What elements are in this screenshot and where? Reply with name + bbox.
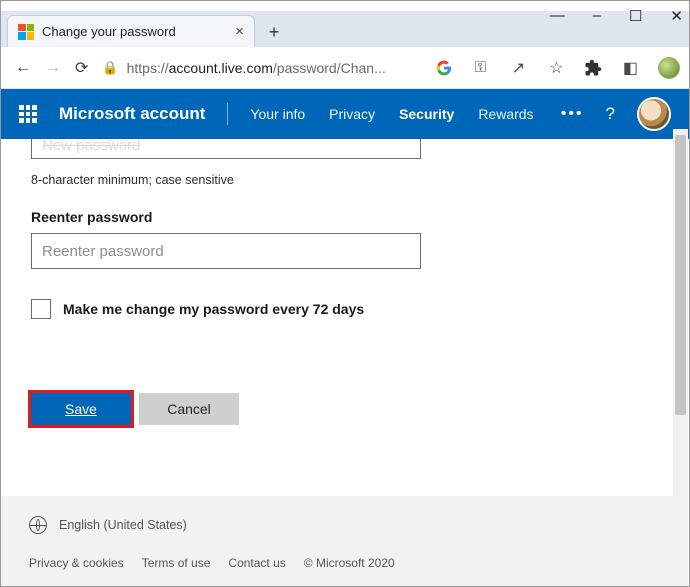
url-path: /password/Chan...: [273, 60, 386, 76]
microsoft-favicon-icon: [18, 24, 34, 40]
reenter-password-input[interactable]: [31, 233, 421, 269]
nav-privacy[interactable]: Privacy: [329, 106, 375, 122]
url-host: account.live.com: [169, 60, 273, 76]
header-nav: Your info Privacy Security Rewards: [250, 106, 533, 122]
new-tab-button[interactable]: +: [259, 17, 289, 47]
header-separator: [227, 103, 228, 125]
share-icon[interactable]: ↗: [508, 58, 528, 78]
url-scheme: https://: [127, 60, 169, 76]
window-dash-icon[interactable]: –: [593, 7, 601, 25]
footer-privacy[interactable]: Privacy & cookies: [29, 556, 124, 570]
window-close-icon[interactable]: ✕: [670, 7, 683, 25]
page-content: New password 8-character minimum; case s…: [1, 139, 689, 499]
brand-title[interactable]: Microsoft account: [59, 104, 205, 124]
save-button[interactable]: Save: [31, 393, 131, 425]
footer-copyright: © Microsoft 2020: [304, 556, 395, 570]
force-change-label: Make me change my password every 72 days: [63, 301, 364, 317]
tab-close-icon[interactable]: ×: [235, 23, 244, 40]
cancel-button[interactable]: Cancel: [139, 393, 239, 425]
password-hint: 8-character minimum; case sensitive: [31, 173, 659, 187]
nav-security[interactable]: Security: [399, 106, 454, 122]
force-change-row: Make me change my password every 72 days: [31, 299, 659, 319]
user-avatar-icon[interactable]: [637, 97, 671, 131]
nav-forward-icon[interactable]: →: [45, 59, 61, 77]
reenter-label: Reenter password: [31, 209, 659, 225]
header-right: ••• ?: [561, 97, 671, 131]
help-icon[interactable]: ?: [606, 104, 615, 124]
force-change-checkbox[interactable]: [31, 299, 51, 319]
more-actions-icon[interactable]: •••: [561, 105, 584, 123]
site-header: Microsoft account Your info Privacy Secu…: [1, 89, 689, 139]
app-launcher-icon[interactable]: [19, 105, 37, 123]
lock-icon: 🔒: [102, 60, 118, 76]
browser-tab[interactable]: Change your password ×: [7, 15, 255, 47]
profile-avatar-icon[interactable]: [658, 57, 680, 79]
window-minimize-icon[interactable]: —: [550, 7, 565, 25]
address-bar: ← → ⟳ 🔒 https://account.live.com/passwor…: [1, 47, 689, 89]
page-footer: English (United States) Privacy & cookie…: [1, 496, 673, 586]
password-key-icon[interactable]: ⚿: [470, 59, 490, 76]
extensions-icon[interactable]: [584, 59, 602, 77]
footer-terms[interactable]: Terms of use: [142, 556, 211, 570]
scrollbar-thumb[interactable]: [675, 135, 686, 415]
toolbar-right: ⚿ ↗ ☆ ◧ ⋮: [436, 57, 690, 79]
new-password-ghost: New password: [42, 137, 140, 154]
nav-back-icon[interactable]: ←: [15, 59, 31, 77]
scrollbar[interactable]: [673, 129, 688, 586]
account-switch-icon[interactable]: ◧: [620, 58, 640, 78]
nav-reload-icon[interactable]: ⟳: [75, 58, 88, 78]
tab-title: Change your password: [42, 24, 227, 39]
url-box[interactable]: 🔒 https://account.live.com/password/Chan…: [102, 60, 422, 76]
window-controls: — – ☐ ✕: [550, 7, 683, 25]
new-password-input-truncated[interactable]: New password: [31, 139, 421, 159]
star-icon[interactable]: ☆: [546, 58, 566, 78]
nav-rewards[interactable]: Rewards: [478, 106, 533, 122]
window-maximize-icon[interactable]: ☐: [629, 7, 642, 25]
nav-yourinfo[interactable]: Your info: [250, 106, 305, 122]
footer-lang[interactable]: English (United States): [59, 518, 187, 532]
globe-icon[interactable]: [29, 516, 47, 534]
google-icon[interactable]: [436, 60, 452, 76]
footer-contact[interactable]: Contact us: [228, 556, 285, 570]
button-row: Save Cancel: [31, 393, 659, 425]
